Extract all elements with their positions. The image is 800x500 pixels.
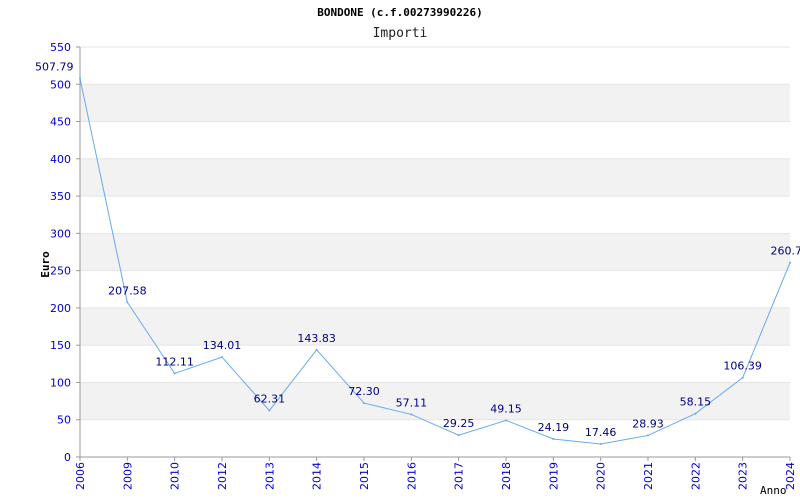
x-tick-label: 2023 [737,462,750,490]
data-point [694,412,697,415]
x-tick-label: 2006 [74,462,87,490]
data-point [410,413,413,416]
data-point [741,376,744,379]
grid-band [80,307,790,346]
data-label: 24.19 [538,421,570,434]
y-tick-label: 250 [50,265,71,278]
data-point [173,372,176,375]
data-point [552,437,555,440]
data-point [647,434,649,437]
data-point [79,77,81,80]
y-tick-label: 100 [50,376,71,389]
y-tick-label: 350 [50,190,71,203]
data-label: 17.46 [585,426,617,439]
data-label: 207.58 [108,284,147,297]
data-point [599,442,602,445]
x-tick-label: 2012 [216,462,229,490]
data-label: 260.7 [771,245,800,258]
data-label: 29.25 [443,417,475,430]
y-tick-label: 200 [50,302,71,315]
data-point [457,434,460,437]
data-label: 72.30 [348,385,380,398]
x-tick-label: 2020 [595,462,608,490]
grid-band [80,158,790,197]
data-point [268,409,271,412]
data-label: 507.79 [35,60,74,73]
x-tick-label: 2009 [121,462,134,490]
x-tick-label: 2018 [500,462,513,490]
data-point [363,402,365,405]
x-tick-label: 2013 [263,462,276,490]
data-label: 143.83 [297,332,336,345]
data-label: 58.15 [680,396,712,409]
x-tick-label: 2021 [642,462,655,490]
y-tick-label: 400 [50,153,71,166]
data-point [221,356,223,359]
data-label: 62.31 [254,393,286,406]
x-tick-label: 2024 [784,462,797,490]
x-tick-label: 2015 [358,462,371,490]
data-point [126,301,129,304]
y-tick-label: 50 [57,414,71,427]
grid-band [80,84,790,122]
grid-band [80,233,790,271]
data-label: 112.11 [155,355,194,368]
data-label: 49.15 [490,402,522,415]
y-tick-label: 550 [50,41,71,54]
data-label: 57.11 [396,396,428,409]
data-point [315,348,318,351]
data-label: 28.93 [632,417,664,430]
x-tick-label: 2019 [547,462,560,490]
data-point [505,419,507,422]
x-tick-labels: 2006 2009 2010 2012 2013 2014 2015 2016 2017 2018… [74,457,797,490]
x-tick-label: 2014 [311,462,324,490]
y-tick-label: 0 [64,451,71,464]
x-tick-label: 2016 [405,462,418,490]
y-tick-label: 150 [50,339,71,352]
data-point [789,261,791,264]
x-tick-label: 2017 [453,462,466,490]
y-tick-label: 300 [50,227,71,240]
x-tick-label: 2010 [169,462,182,490]
y-tick-label: 500 [50,78,71,91]
data-label: 106.39 [723,360,762,373]
y-tick-labels: 0 50 100 150 200 250 300 350 400 450 500 550 [50,41,80,464]
y-tick-label: 450 [50,116,71,129]
x-tick-label: 2022 [689,462,702,490]
line-chart: 050100150200250300350400450500550 2006 20… [35,41,800,490]
data-label: 134.01 [203,339,242,352]
